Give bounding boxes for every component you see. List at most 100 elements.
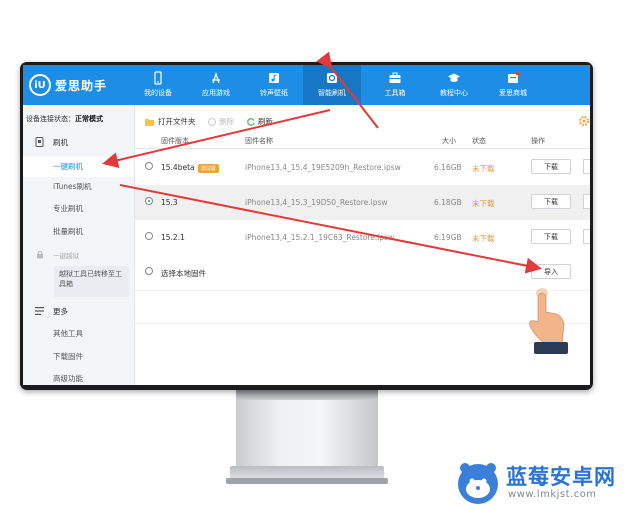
nav-shop[interactable]: 爱思商城 [484,65,542,105]
nav-label: 应用游戏 [202,89,230,97]
watermark: 蓝莓安卓网 www.lmkjst.com [454,458,634,506]
firmware-status: 未下载 [472,199,495,208]
monitor-stand-neck [236,390,378,468]
firmware-radio[interactable] [145,162,153,170]
delete-button[interactable]: 删除 [208,116,234,127]
app-logo: iU 爱思助手 [29,70,107,100]
sidebar-item-itunes-flash[interactable]: iTunes刷机 [23,181,134,192]
flash-icon [327,73,337,83]
connection-status-label: 设备连接状态： [26,115,75,123]
connection-status-value: 正常模式 [75,115,103,123]
connection-status: 设备连接状态：正常模式 [26,114,103,124]
download-button[interactable]: 下载 [531,194,571,209]
col-size: 大小 [442,137,456,145]
logo-mark: iU [29,74,51,96]
firmware-toolbar: 打开文件夹 删除 刷新 [135,110,590,132]
nav-label: 智能刷机 [318,89,346,97]
nav-my-device[interactable]: 我的设备 [129,65,187,105]
delete-icon [208,117,216,126]
nav-label: 工具箱 [384,89,406,97]
local-firmware-label: 选择本地固件 [161,269,206,278]
nav-label: 铃声壁纸 [260,89,288,97]
nav-ringtones-wallpapers[interactable]: 铃声壁纸 [245,65,303,105]
nav-smart-flash[interactable]: 智能刷机 [303,65,361,105]
jailbreak-moved-note: 越狱工具已转移至工具箱 [54,266,129,297]
firmware-version: 15.3 [161,198,178,207]
row-divider [135,323,590,324]
sidebar-item-batch-flash[interactable]: 批量刷机 [23,226,134,237]
firmware-size: 6.18GB [434,198,462,207]
sidebar-item-one-click-flash[interactable]: 一键刷机 [23,157,134,177]
firmware-size: 6.19GB [434,233,462,242]
row-divider [135,290,590,291]
phone-flash-icon [35,137,44,147]
watermark-url: www.lmkjst.com [508,489,597,500]
col-version: 固件版本 [161,137,189,145]
sidebar-section-label: 一键越狱 [53,252,79,260]
nav-label: 爱思商城 [499,89,527,97]
sidebar-item-other-tools[interactable]: 其他工具 [23,328,134,339]
firmware-size: 6.16GB [434,163,462,172]
beta-badge: 测试版 [197,163,219,173]
folder-icon [145,118,154,126]
col-status: 状态 [472,137,486,145]
firmware-status: 未下载 [472,164,495,173]
nav-label: 教程中心 [440,89,468,97]
firmware-row[interactable]: 15.2.1 iPhone13,4_15.2.1_19C63_Restore.i… [135,220,590,255]
firmware-filename: iPhone13,4_15.2.1_19C63_Restore.ipsw [245,233,395,242]
open-folder-button[interactable]: 打开文件夹 [145,116,196,127]
music-icon [269,73,279,83]
firmware-version: 15.2.1 [161,233,185,242]
extra-action-button[interactable] [583,229,590,244]
watermark-logo-icon [458,463,498,504]
sidebar-section-label: 更多 [53,307,68,316]
download-button[interactable]: 下载 [531,159,571,174]
phone-icon [154,71,162,85]
local-firmware-radio[interactable] [145,267,153,275]
version-text: 15.4beta [161,163,195,172]
firmware-filename: iPhone13,4_15.4_19E5209h_Restore.ipsw [245,163,401,172]
settings-gear-icon[interactable] [578,115,590,127]
delete-label: 删除 [219,117,234,126]
nav-apps-games[interactable]: 应用游戏 [187,65,245,105]
sidebar-section-label: 刷机 [53,138,68,147]
nav-tutorials[interactable]: 教程中心 [425,65,483,105]
sidebar-item-download-firmware[interactable]: 下载固件 [23,351,134,362]
watermark-text: 蓝莓安卓网 [506,465,616,489]
menu-icon [35,307,44,315]
firmware-radio-selected[interactable] [145,197,153,205]
lock-icon [37,250,43,259]
nav-toolbox[interactable]: 工具箱 [366,65,424,105]
firmware-row-selected[interactable]: 15.3 iPhone13,4_15.3_19D50_Restore.ipsw … [135,185,590,220]
graduation-cap-icon [448,73,460,82]
firmware-table-header: 固件版本 固件名称 大小 状态 操作 [135,133,590,149]
nav-label: 我的设备 [144,89,172,97]
firmware-row[interactable]: 15.4beta 测试版 iPhone13,4_15.4_19E5209h_Res… [135,150,590,185]
download-button[interactable]: 下载 [531,229,571,244]
logo-text: 爱思助手 [55,78,108,93]
import-button[interactable]: 导入 [531,264,571,279]
local-firmware-row[interactable]: 选择本地固件 导入 [135,255,590,290]
monitor-stand-shadow [236,390,378,400]
extra-action-button[interactable] [583,194,590,209]
firmware-radio[interactable] [145,232,153,240]
col-name: 固件名称 [245,137,273,145]
app-window: iU 爱思助手 我的设备 应用游戏 铃声壁纸 智能刷机 工具箱 教程中心 爱思商… [23,65,590,385]
refresh-button[interactable]: 刷新 [247,116,273,127]
firmware-filename: iPhone13,4_15.3_19D50_Restore.ipsw [245,198,388,207]
firmware-status: 未下载 [472,234,495,243]
sidebar [23,105,135,385]
toolbox-icon [389,72,401,83]
top-nav-bar: iU 爱思助手 我的设备 应用游戏 铃声壁纸 智能刷机 工具箱 教程中心 爱思商… [23,65,590,105]
open-folder-label: 打开文件夹 [158,117,196,126]
refresh-icon [247,117,255,126]
refresh-label: 刷新 [258,117,273,126]
extra-action-button[interactable] [583,159,590,174]
monitor-stand-base-edge [226,478,388,484]
app-store-icon [212,71,220,84]
col-action: 操作 [531,137,545,145]
shop-icon [508,71,520,83]
firmware-version: 15.4beta 测试版 [161,163,219,173]
sidebar-item-pro-flash[interactable]: 专业刷机 [23,203,134,214]
sidebar-item-advanced[interactable]: 高级功能 [23,373,134,384]
